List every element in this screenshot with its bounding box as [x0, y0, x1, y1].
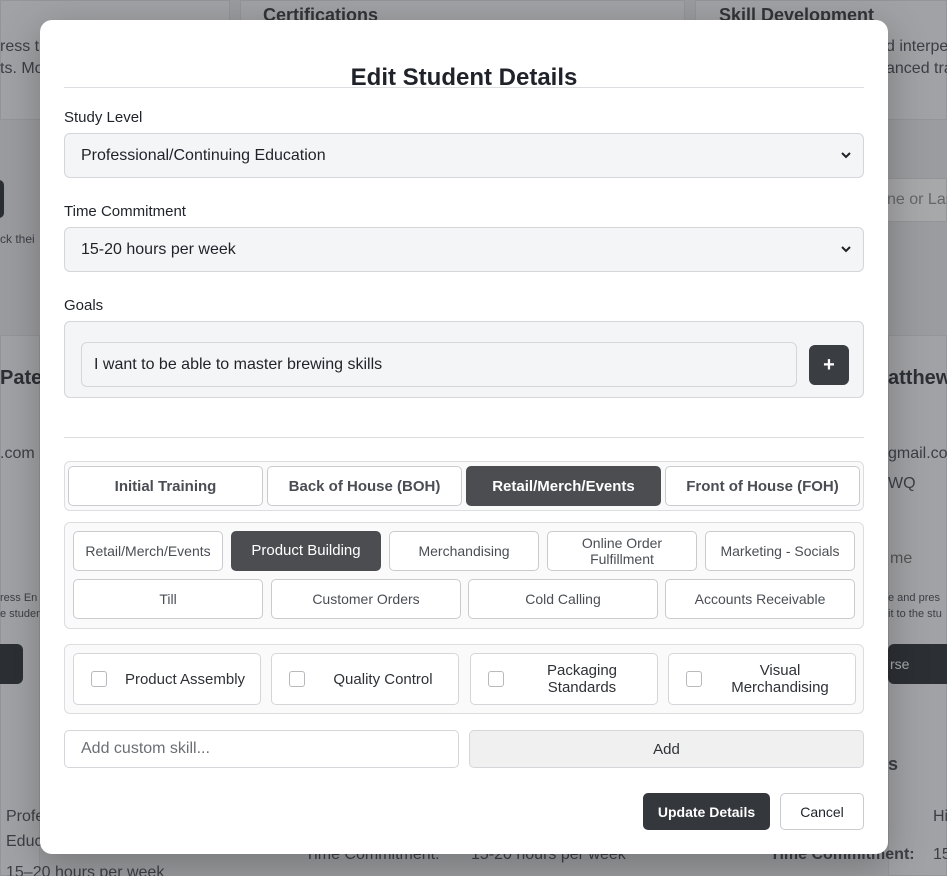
skill-checkbox[interactable]	[686, 671, 702, 687]
time-commitment-value: 15-20 hours per week	[81, 240, 236, 258]
subtab-marketing-socials[interactable]: Marketing - Socials	[705, 531, 855, 571]
subtab-till[interactable]: Till	[73, 579, 263, 619]
skill-label: Visual Merchandising	[731, 662, 829, 696]
subtab-cold-calling[interactable]: Cold Calling	[468, 579, 658, 619]
study-level-value: Professional/Continuing Education	[81, 146, 326, 164]
skill-item[interactable]: Visual Merchandising	[668, 653, 856, 705]
add-goal-button[interactable]: +	[809, 345, 849, 385]
subcategory-tabs: Retail/Merch/Events Product Building Mer…	[64, 522, 864, 629]
study-level-label: Study Level	[64, 109, 143, 126]
goals-label: Goals	[64, 297, 104, 314]
training-category-tabs: Initial Training Back of House (BOH) Ret…	[64, 461, 864, 511]
tab-back-of-house[interactable]: Back of House (BOH)	[267, 466, 462, 506]
update-details-button[interactable]: Update Details	[643, 793, 770, 830]
skill-checkbox[interactable]	[91, 671, 107, 687]
subtab-product-building[interactable]: Product Building	[231, 531, 381, 571]
tab-retail-merch-events[interactable]: Retail/Merch/Events	[466, 466, 661, 506]
subtab-accounts-receivable[interactable]: Accounts Receivable	[665, 579, 855, 619]
skill-item[interactable]: Product Assembly	[73, 653, 261, 705]
chevron-down-icon	[841, 246, 851, 253]
skill-label: Packaging Standards	[546, 662, 618, 696]
time-commitment-label: Time Commitment	[64, 203, 186, 220]
edit-student-modal: Edit Student Details Study Level Profess…	[40, 20, 888, 854]
skills-list: Product Assembly Quality Control Packagi…	[64, 644, 864, 714]
goals-container: I want to be able to master brewing skil…	[64, 321, 864, 398]
study-level-select[interactable]: Professional/Continuing Education	[64, 133, 864, 178]
add-skill-button[interactable]: Add	[469, 730, 864, 768]
subtab-retail-merch-events[interactable]: Retail/Merch/Events	[73, 531, 223, 571]
cancel-button[interactable]: Cancel	[780, 793, 864, 830]
custom-skill-input[interactable]: Add custom skill...	[64, 730, 459, 768]
skill-item[interactable]: Quality Control	[271, 653, 459, 705]
divider	[64, 87, 864, 88]
time-commitment-select[interactable]: 15-20 hours per week	[64, 227, 864, 272]
subtab-customer-orders[interactable]: Customer Orders	[271, 579, 461, 619]
plus-icon: +	[823, 353, 835, 376]
skill-label: Product Assembly	[124, 670, 246, 688]
skill-checkbox[interactable]	[488, 671, 504, 687]
divider	[64, 437, 864, 438]
goal-input[interactable]: I want to be able to master brewing skil…	[81, 342, 797, 387]
subtab-online-order-fulfillment[interactable]: Online Order Fulfillment	[547, 531, 697, 571]
tab-front-of-house[interactable]: Front of House (FOH)	[665, 466, 860, 506]
skill-item[interactable]: Packaging Standards	[470, 653, 658, 705]
skill-label: Quality Control	[333, 670, 433, 688]
skill-checkbox[interactable]	[289, 671, 305, 687]
tab-initial-training[interactable]: Initial Training	[68, 466, 263, 506]
subtab-merchandising[interactable]: Merchandising	[389, 531, 539, 571]
chevron-down-icon	[841, 152, 851, 159]
